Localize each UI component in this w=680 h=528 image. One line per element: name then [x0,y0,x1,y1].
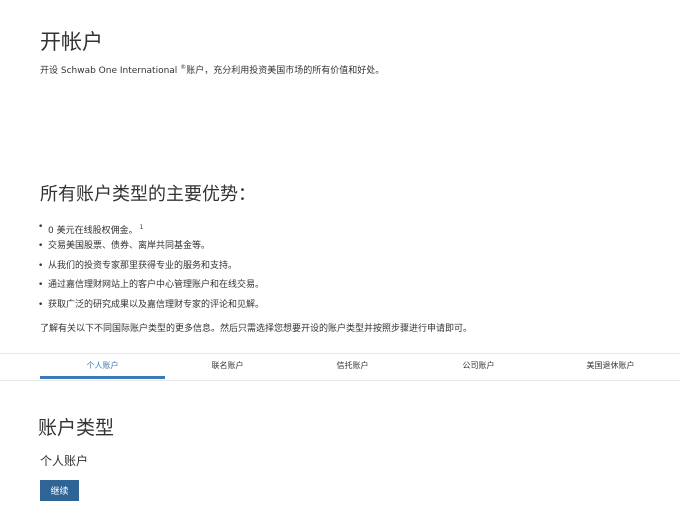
benefits-list: • 0 美元在线股权佣金。 1 • 交易美国股票、债券、离岸共同基金等。 • 从我们的投… [36,218,264,315]
tab-trust[interactable]: 信托账户 [290,354,415,378]
tab-individual[interactable]: 个人账户 [40,354,165,379]
selected-account-type: 个人账户 [40,454,89,468]
bullet-icon: • [38,280,44,291]
intro-text-end: 账户，充分利用投资美国市场的所有价值和好处。 [186,66,385,76]
tab-corporate[interactable]: 公司账户 [416,354,541,378]
page-title: 开帐户 [40,30,103,54]
account-type-heading: 账户类型 [38,417,115,439]
benefit-item: • 0 美元在线股权佣金。 1 [36,218,264,237]
benefit-item: • 从我们的投资专家那里获得专业的服务和支持。 [36,257,264,276]
benefit-text: 通过嘉信理财网站上的客户中心管理账户和在线交易。 [48,280,265,291]
continue-button[interactable]: 继续 [40,480,79,501]
intro-text-start: 开设 Schwab One International [40,66,178,76]
benefit-item: • 通过嘉信理财网站上的客户中心管理账户和在线交易。 [36,276,264,295]
tab-us-retirement[interactable]: 美国退休账户 [548,354,673,378]
benefits-heading: 所有账户类型的主要优势： [40,184,256,205]
bullet-icon: • [38,299,44,310]
benefit-item: • 交易美国股票、债券、离岸共同基金等。 [36,237,264,256]
bullet-icon: • [38,222,44,232]
more-info-text: 了解有关以下不同国际账户类型的更多信息。然后只需选择您想要开设的账户类型并按照步… [40,324,473,334]
benefit-text: 交易美国股票、债券、离岸共同基金等。 [48,241,211,252]
footnote-link[interactable]: 1 [140,224,144,231]
benefit-item: • 获取广泛的研究成果以及嘉信理财专家的评论和见解。 [36,296,264,315]
bullet-icon: • [38,241,44,252]
account-type-tabs: 个人账户 联名账户 信托账户 公司账户 美国退休账户 [0,353,680,381]
benefit-text: 获取广泛的研究成果以及嘉信理财专家的评论和见解。 [48,299,265,310]
benefit-text: 从我们的投资专家那里获得专业的服务和支持。 [48,260,238,271]
bullet-icon: • [38,260,44,271]
benefit-text: 0 美元在线股权佣金。 [48,226,138,236]
tab-joint[interactable]: 联名账户 [165,354,290,378]
intro-text: 开设 Schwab One International ®账户，充分利用投资美国… [40,63,384,76]
